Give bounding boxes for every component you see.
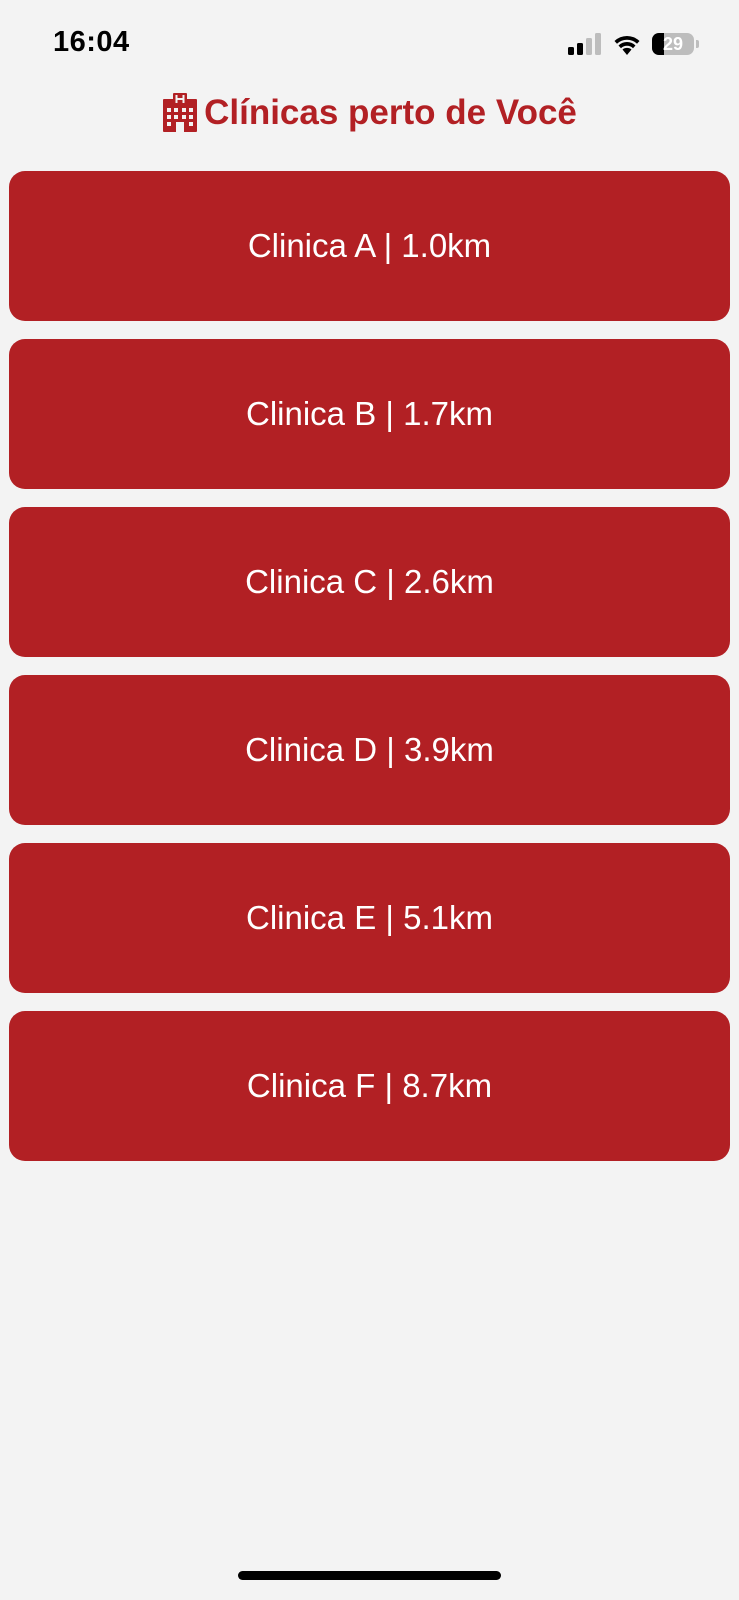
clinic-button-a[interactable]: Clinica A | 1.0km — [9, 171, 730, 321]
status-bar: 16:04 29 — [0, 0, 739, 90]
clinic-list: Clinica A | 1.0km Clinica B | 1.7km Clin… — [9, 171, 730, 1179]
clinic-button-c[interactable]: Clinica C | 2.6km — [9, 507, 730, 657]
battery-cap — [696, 40, 699, 48]
wifi-icon — [614, 35, 640, 55]
page-header: Clínicas perto de Você — [0, 88, 739, 138]
battery-icon: 29 — [652, 33, 694, 55]
status-time: 16:04 — [53, 26, 130, 58]
clinic-button-d[interactable]: Clinica D | 3.9km — [9, 675, 730, 825]
battery-level: 29 — [662, 34, 684, 54]
page-title: Clínicas perto de Você — [204, 93, 577, 132]
hospital-icon — [163, 93, 198, 132]
home-indicator[interactable] — [238, 1571, 501, 1580]
clinic-button-f[interactable]: Clinica F | 8.7km — [9, 1011, 730, 1161]
status-icons: 29 — [568, 30, 699, 58]
clinic-button-e[interactable]: Clinica E | 5.1km — [9, 843, 730, 993]
clinic-button-b[interactable]: Clinica B | 1.7km — [9, 339, 730, 489]
cellular-signal-icon — [568, 33, 601, 55]
